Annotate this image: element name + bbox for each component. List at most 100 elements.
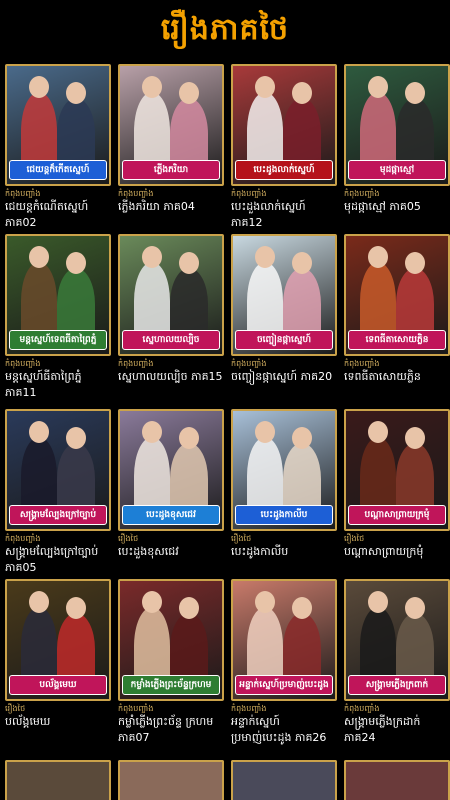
poster-figure: [368, 421, 388, 443]
poster-image[interactable]: សង្គ្រាមភ្លើងក្រពាក់: [344, 579, 450, 701]
series-card[interactable]: កម្លាំងភ្លើងព្រះច័ន្ទក្រហម កំពុងបញ្ចាំង …: [116, 579, 226, 761]
series-title[interactable]: បេះដួងលាក់ស្នេហ៍ ភាគ12: [231, 199, 339, 231]
status-badge: កំពុងបញ្ចាំង: [5, 359, 41, 368]
poster-figure: [405, 82, 425, 104]
series-card[interactable]: បល័ង្គមេឃ រឿងថៃ បល័ង្គមេឃ: [3, 579, 113, 761]
series-card[interactable]: បណ្ដាសាព្រាយក្រមុំ រឿងថៃ បណ្តាសាព្រាយក្រ…: [342, 409, 450, 579]
poster-image[interactable]: ជេយន្តក៏កើតស្នេហ៍: [5, 64, 111, 186]
status-badge: កំពុងបញ្ចាំង: [118, 704, 154, 713]
series-card[interactable]: សង្គ្រាមភ្លើងក្រពាក់ កំពុងបញ្ចាំង សង្គ្រ…: [342, 579, 450, 761]
status-badge: កំពុងបញ្ចាំង: [118, 359, 154, 368]
series-title[interactable]: បេះដួងខុសជេវ: [118, 544, 226, 560]
poster-image[interactable]: ភ្លើងភរិយា: [118, 64, 224, 186]
series-card[interactable]: ភ្លើងភរិយា កំពុងបញ្ចាំង ភ្លើងភរិយា ភាគ04: [116, 64, 226, 234]
page-title: រឿងភាគថៃ: [160, 12, 290, 47]
poster-figure: [21, 607, 57, 685]
status-badge: រឿងថៃ: [118, 534, 139, 543]
status-badge: កំពុងបញ្ចាំង: [5, 189, 41, 198]
poster-image[interactable]: បេះដូងកាលីប: [231, 409, 337, 531]
series-title[interactable]: ជេយន្តកំណើតស្នេហ៍ ភាគ02: [5, 199, 113, 231]
poster-title-banner: មុដផ្កាស្មៅ: [348, 160, 446, 180]
poster-figure: [360, 92, 396, 170]
series-card[interactable]: ជេយន្តក៏កើតស្នេហ៍ កំពុងបញ្ចាំង ជេយន្តកំណ…: [3, 64, 113, 234]
series-title[interactable]: មន្តស្នេហ៍ធីតាព្រៃភ្នំ ភាគ11: [5, 369, 113, 401]
series-title[interactable]: មុដផ្កាស្មៅ ភាគ05: [344, 199, 450, 215]
poster-image[interactable]: បល័ង្គមេឃ: [5, 579, 111, 701]
series-card[interactable]: មុដផ្កាស្មៅ កំពុងបញ្ចាំង មុដផ្កាស្មៅ ភាគ…: [342, 64, 450, 234]
poster-title-banner: បេះដូងកាលីប: [235, 505, 333, 525]
poster-figure: [368, 246, 388, 268]
poster-figure: [255, 76, 275, 98]
poster-figure: [179, 597, 199, 619]
poster-figure: [292, 427, 312, 449]
series-card[interactable]: អន្ទាក់ស្នេហ៍ប្រមាញ់បេះដូង កំពុងបញ្ចាំង …: [229, 579, 339, 761]
series-card[interactable]: សង្គ្រាមល្បែងក្រៅច្បាប់ កំពុងបញ្ចាំង សង្…: [3, 409, 113, 579]
status-badge: កំពុងបញ្ចាំង: [231, 704, 267, 713]
poster-peek[interactable]: [344, 760, 450, 800]
series-card[interactable]: មន្តស្នេហ៍ទេពធីតាព្រៃភ្នំ កំពុងបញ្ចាំង ម…: [3, 234, 113, 409]
poster-figure: [142, 591, 162, 613]
poster-image[interactable]: អន្ទាក់ស្នេហ៍ប្រមាញ់បេះដូង: [231, 579, 337, 701]
status-badge: កំពុងបញ្ចាំង: [231, 359, 267, 368]
series-card[interactable]: ទេពធីតាសោយភ្លិន កំពុងបញ្ចាំង ទេពធីតាសោយភ…: [342, 234, 450, 409]
poster-image[interactable]: បណ្ដាសាព្រាយក្រមុំ: [344, 409, 450, 531]
poster-title-banner: បណ្ដាសាព្រាយក្រមុំ: [348, 505, 446, 525]
status-badge: កំពុងបញ្ចាំង: [344, 704, 380, 713]
poster-image[interactable]: មុដផ្កាស្មៅ: [344, 64, 450, 186]
poster-image[interactable]: កម្លាំងភ្លើងព្រះច័ន្ទក្រហម: [118, 579, 224, 701]
poster-image[interactable]: បេះដូងខុសជេវ: [118, 409, 224, 531]
next-row-peek: [0, 760, 450, 800]
poster-peek[interactable]: [118, 760, 224, 800]
poster-image[interactable]: មន្តស្នេហ៍ទេពធីតាព្រៃភ្នំ: [5, 234, 111, 356]
poster-figure: [292, 82, 312, 104]
poster-figure: [29, 591, 49, 613]
poster-figure: [405, 597, 425, 619]
poster-image[interactable]: បេះដូងលាក់ស្នេហ៍: [231, 64, 337, 186]
poster-image[interactable]: ស្នេហាលយល្បិច: [118, 234, 224, 356]
poster-figure: [134, 262, 170, 340]
series-title[interactable]: បេះដូងកាលីប: [231, 544, 339, 560]
series-title[interactable]: ភ្លើងភរិយា ភាគ04: [118, 199, 226, 215]
poster-figure: [292, 597, 312, 619]
poster-title-banner: បល័ង្គមេឃ: [9, 675, 107, 695]
poster-peek[interactable]: [231, 760, 337, 800]
series-title[interactable]: សង្គ្រាមល្បែងក្រៅច្បាប់ ភាគ05: [5, 544, 113, 576]
series-title[interactable]: ទេពធីតាសោយភ្លិន: [344, 369, 450, 385]
series-title[interactable]: ចញ្ចៀនផ្កាស្នេហ៍ ភាគ20: [231, 369, 339, 385]
series-card[interactable]: បេះដូងកាលីប រឿងថៃ បេះដូងកាលីប: [229, 409, 339, 579]
poster-figure: [29, 421, 49, 443]
poster-figure: [255, 246, 275, 268]
poster-figure: [21, 262, 57, 340]
poster-figure: [368, 76, 388, 98]
poster-title-banner: ភ្លើងភរិយា: [122, 160, 220, 180]
series-title[interactable]: បណ្តាសាព្រាយក្រមុំ: [344, 544, 450, 560]
poster-image[interactable]: សង្គ្រាមល្បែងក្រៅច្បាប់: [5, 409, 111, 531]
series-title[interactable]: បល័ង្គមេឃ: [5, 714, 113, 730]
series-card[interactable]: បេះដូងខុសជេវ រឿងថៃ បេះដួងខុសជេវ: [116, 409, 226, 579]
poster-figure: [29, 76, 49, 98]
series-title[interactable]: ស្នេហាលយល្បិច ភាគ15: [118, 369, 226, 385]
poster-figure: [405, 427, 425, 449]
poster-figure: [247, 92, 283, 170]
series-title[interactable]: កម្លាំភ្លើងព្រះច័ន្ទ ក្រហម ភាគ07: [118, 714, 226, 746]
poster-figure: [360, 437, 396, 515]
series-card[interactable]: ស្នេហាលយល្បិច កំពុងបញ្ចាំង ស្នេហាលយល្បិច…: [116, 234, 226, 409]
poster-figure: [255, 591, 275, 613]
poster-image[interactable]: ចញ្ចៀនផ្កាស្នេហ៍: [231, 234, 337, 356]
status-badge: កំពុងបញ្ចាំង: [5, 534, 41, 543]
poster-figure: [21, 92, 57, 170]
series-title[interactable]: អន្ទាក់ស្នេហ៍ ប្រមាញ់បេះដូង ភាគ26: [231, 714, 339, 746]
poster-title-banner: សង្គ្រាមភ្លើងក្រពាក់: [348, 675, 446, 695]
series-title[interactable]: សង្គ្រាមភ្លើងក្រដាក់ ភាគ24: [344, 714, 450, 746]
poster-figure: [179, 82, 199, 104]
poster-figure: [29, 246, 49, 268]
status-badge: កំពុងបញ្ចាំង: [344, 189, 380, 198]
status-badge: រឿងថៃ: [344, 534, 365, 543]
series-card[interactable]: បេះដូងលាក់ស្នេហ៍ កំពុងបញ្ចាំង បេះដួងលាក់…: [229, 64, 339, 234]
poster-figure: [66, 427, 86, 449]
poster-peek[interactable]: [5, 760, 111, 800]
poster-figure: [360, 607, 396, 685]
poster-image[interactable]: ទេពធីតាសោយភ្លិន: [344, 234, 450, 356]
series-card[interactable]: ចញ្ចៀនផ្កាស្នេហ៍ កំពុងបញ្ចាំង ចញ្ចៀនផ្កា…: [229, 234, 339, 409]
status-badge: កំពុងបញ្ចាំង: [231, 189, 267, 198]
